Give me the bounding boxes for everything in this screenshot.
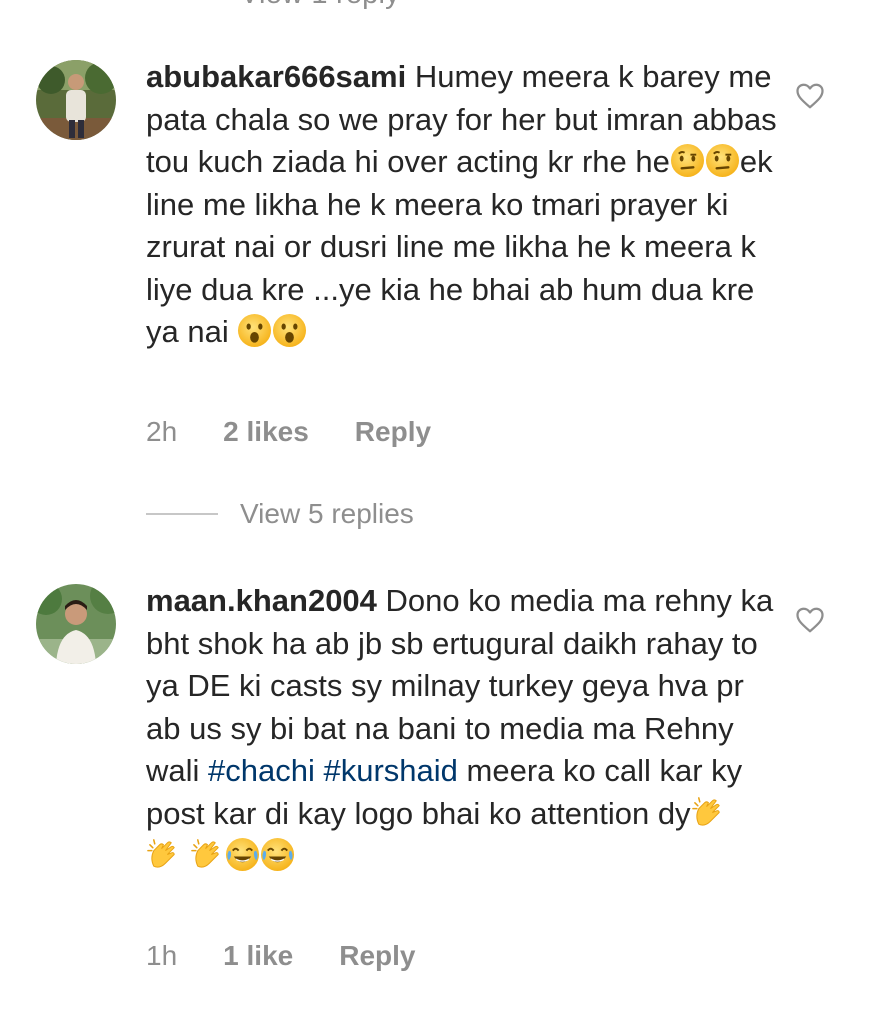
- comment-username[interactable]: maan.khan2004: [146, 583, 377, 618]
- clapping-hands-icon: [146, 837, 181, 872]
- likes-count-button[interactable]: 1 like: [223, 940, 293, 972]
- clapping-hands-icon: [691, 795, 726, 830]
- divider-line: [146, 513, 218, 515]
- avatar[interactable]: [36, 60, 116, 140]
- comment-body: abubakar666sami Humey meera k barey me p…: [146, 56, 786, 354]
- hushed-face-icon: [272, 313, 307, 348]
- view-replies-partial[interactable]: View 1 reply: [240, 0, 400, 11]
- comment-time: 2h: [146, 416, 178, 447]
- hushed-face-icon: [237, 313, 272, 348]
- view-replies-label: View 5 replies: [240, 498, 414, 529]
- heart-outline-icon[interactable]: [795, 82, 825, 110]
- comment-username[interactable]: abubakar666sami: [146, 59, 406, 94]
- reply-button[interactable]: Reply: [355, 416, 431, 448]
- clapping-hands-icon: [190, 837, 225, 872]
- hashtag-link[interactable]: #kurshaid: [324, 753, 458, 788]
- reply-button[interactable]: Reply: [339, 940, 415, 972]
- face-with-tears-of-joy-icon: [260, 837, 295, 872]
- comment-meta: 1h 1 like Reply: [146, 940, 415, 972]
- view-replies-button[interactable]: View 5 replies: [146, 498, 414, 530]
- heart-outline-icon[interactable]: [795, 606, 825, 634]
- hashtag-link[interactable]: #chachi: [208, 753, 315, 788]
- face-with-raised-eyebrow-icon: [705, 143, 740, 178]
- likes-count-button[interactable]: 2 likes: [223, 416, 309, 448]
- comment-meta: 2h 2 likes Reply: [146, 416, 431, 448]
- avatar[interactable]: [36, 584, 116, 664]
- face-with-raised-eyebrow-icon: [670, 143, 705, 178]
- face-with-tears-of-joy-icon: [225, 837, 260, 872]
- comment-time: 1h: [146, 940, 178, 971]
- comment-body: maan.khan2004 Dono ko media ma rehny ka …: [146, 580, 786, 878]
